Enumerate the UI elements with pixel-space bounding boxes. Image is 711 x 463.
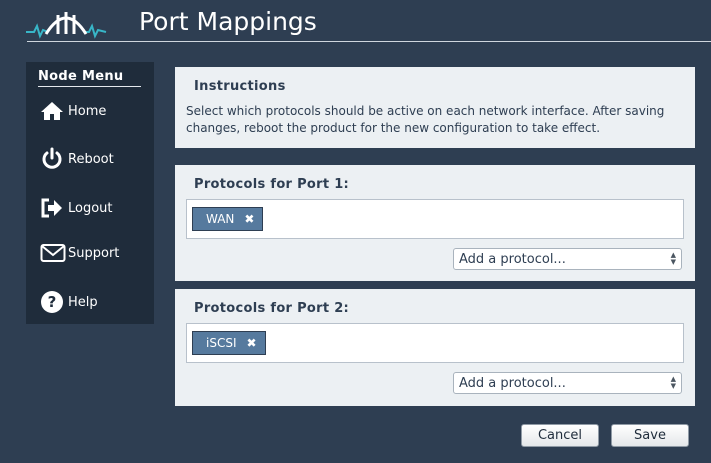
- save-button[interactable]: Save: [611, 424, 689, 447]
- instructions-text: Select which protocols should be active …: [186, 104, 665, 135]
- header-divider: [27, 41, 711, 42]
- protocol-tag-label: WAN: [206, 212, 235, 226]
- home-icon: [40, 99, 66, 123]
- instructions-panel: Instructions Select which protocols shou…: [175, 67, 695, 148]
- protocol-tag-label: iSCSI: [206, 336, 237, 350]
- port-1-panel: Protocols for Port 1: WAN ✖ Add a protoc…: [175, 165, 695, 281]
- port-2-panel: Protocols for Port 2: iSCSI ✖ Add a prot…: [175, 289, 695, 406]
- sidebar-item-home[interactable]: Home: [40, 99, 150, 123]
- page-title: Port Mappings: [139, 7, 317, 36]
- power-icon: [40, 147, 66, 171]
- select-placeholder: Add a protocol...: [459, 375, 566, 391]
- sidebar-item-label: Support: [68, 245, 120, 261]
- sidebar-item-label: Help: [68, 294, 98, 310]
- question-icon: ?: [40, 290, 66, 314]
- sidebar-item-reboot[interactable]: Reboot: [40, 147, 150, 171]
- sidebar-item-support[interactable]: Support: [40, 241, 150, 265]
- logout-icon: [40, 196, 66, 220]
- port-2-protocol-list[interactable]: iSCSI ✖: [186, 323, 684, 363]
- port-2-add-protocol-select[interactable]: Add a protocol... ▲ ▼: [453, 372, 682, 394]
- node-menu-sidebar: Node Menu Home Reboot Logout Support ? H…: [26, 62, 154, 324]
- select-arrows-icon: ▲ ▼: [670, 375, 676, 390]
- remove-tag-icon[interactable]: ✖: [247, 336, 257, 350]
- cancel-button[interactable]: Cancel: [521, 424, 599, 447]
- remove-tag-icon[interactable]: ✖: [244, 212, 254, 226]
- svg-text:?: ?: [48, 293, 57, 311]
- envelope-icon: [40, 241, 66, 265]
- app-header: Port Mappings: [0, 0, 711, 46]
- sidebar-item-help[interactable]: ? Help: [40, 290, 150, 314]
- port-1-add-protocol-select[interactable]: Add a protocol... ▲ ▼: [453, 248, 682, 270]
- sidebar-item-logout[interactable]: Logout: [40, 196, 150, 220]
- select-arrows-icon: ▲ ▼: [670, 251, 676, 266]
- port-2-title: Protocols for Port 2:: [194, 301, 350, 316]
- sidebar-item-label: Logout: [68, 200, 113, 216]
- bridge-logo-icon: [26, 12, 107, 39]
- sidebar-item-label: Home: [68, 103, 107, 119]
- protocol-tag-wan: WAN ✖: [192, 207, 264, 231]
- port-1-title: Protocols for Port 1:: [194, 177, 350, 192]
- sidebar-title: Node Menu: [38, 69, 141, 87]
- protocol-tag-iscsi: iSCSI ✖: [192, 331, 266, 355]
- port-1-protocol-list[interactable]: WAN ✖: [186, 199, 684, 239]
- instructions-title: Instructions: [194, 79, 286, 94]
- sidebar-item-label: Reboot: [68, 151, 114, 167]
- select-placeholder: Add a protocol...: [459, 251, 566, 267]
